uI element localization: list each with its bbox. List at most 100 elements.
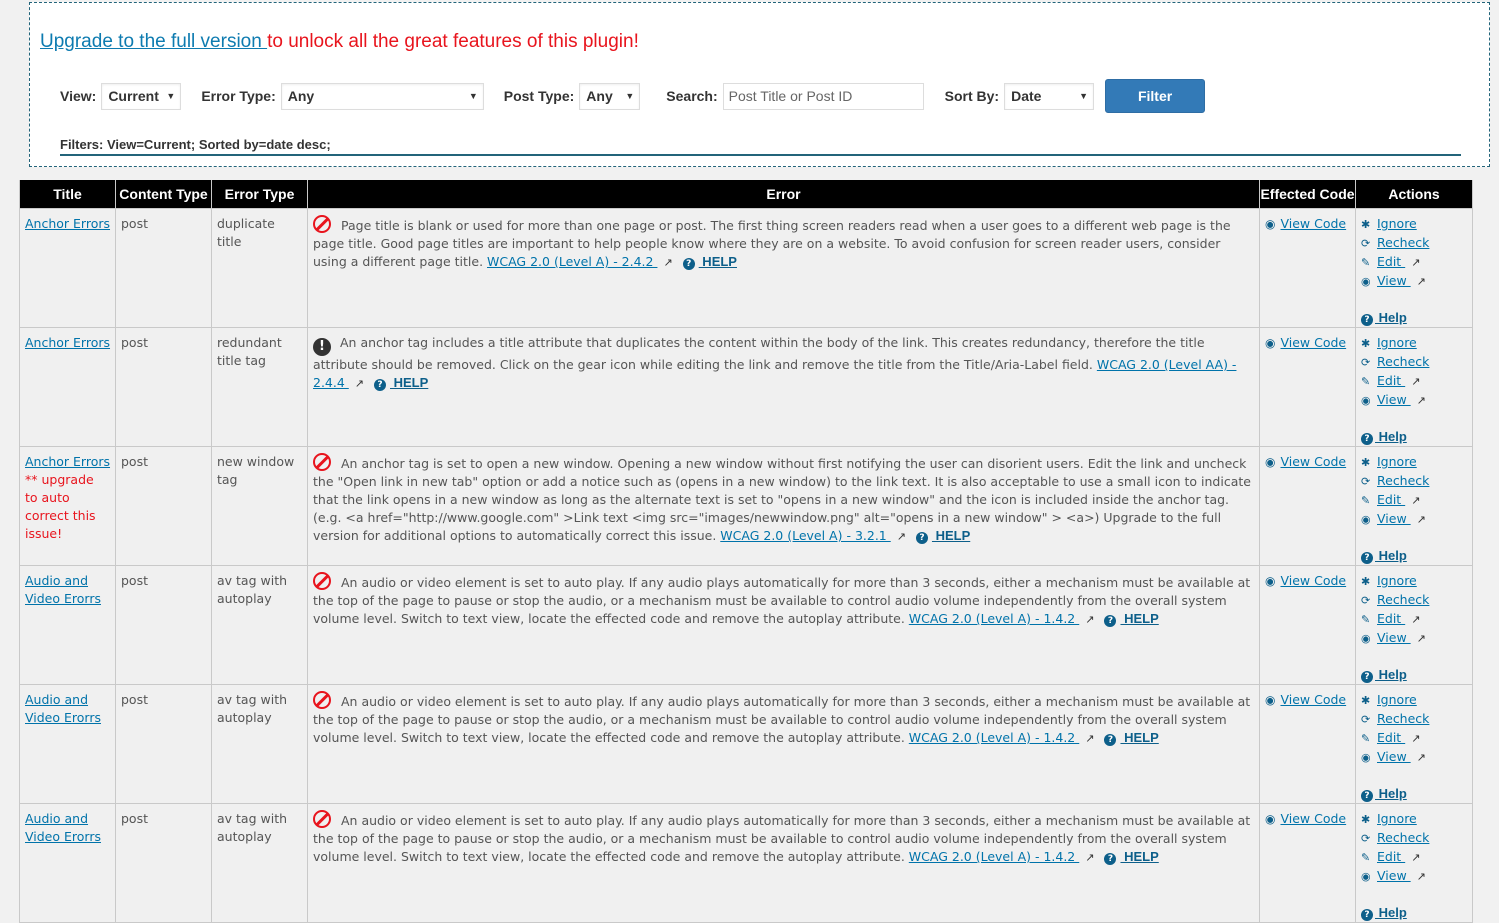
wcag-link[interactable]: WCAG 2.0 (Level A) - 1.4.2 (909, 730, 1079, 745)
error-type-cell: av tag with autoplay (211, 684, 308, 804)
ignore-link[interactable]: Ignore (1377, 454, 1417, 469)
wcag-link[interactable]: WCAG 2.0 (Level A) - 2.4.2 (487, 254, 657, 269)
edit-link[interactable]: Edit (1377, 373, 1405, 388)
help-link[interactable]: HELP (390, 375, 429, 390)
recheck-link[interactable]: Recheck (1377, 830, 1429, 845)
wcag-link[interactable]: WCAG 2.0 (Level A) - 3.2.1 (720, 528, 890, 543)
ignore-link[interactable]: Ignore (1377, 335, 1417, 350)
header-actions: Actions (1355, 180, 1473, 209)
eye-icon: ◉ (1361, 632, 1371, 645)
edit-link[interactable]: Edit (1377, 254, 1405, 269)
gear-icon: ✱ (1361, 694, 1371, 707)
table-row: Audio and Video Erorrs post av tag with … (19, 684, 1473, 804)
action-help-link[interactable]: Help (1375, 905, 1407, 920)
view-link[interactable]: View (1377, 868, 1411, 883)
action-help-link[interactable]: Help (1375, 548, 1407, 563)
help-link[interactable]: HELP (932, 528, 971, 543)
external-link-icon: ↗ (1411, 732, 1421, 745)
actions-cell: ✱ Ignore ⟳ Recheck ✎ Edit ↗ ◉ View ↗ ? Help (1355, 327, 1473, 447)
ignore-link[interactable]: Ignore (1377, 692, 1417, 707)
actions-cell: ✱ Ignore ⟳ Recheck ✎ Edit ↗ ◉ View ↗ ? Help (1355, 803, 1473, 923)
action-help-link[interactable]: Help (1375, 667, 1407, 682)
help-link[interactable]: HELP (1120, 730, 1159, 745)
eye-icon: ◉ (1361, 513, 1371, 526)
refresh-icon: ⟳ (1361, 356, 1371, 369)
header-error-type: Error Type (211, 180, 308, 209)
view-link[interactable]: View (1377, 392, 1411, 407)
external-link-icon: ↗ (896, 530, 906, 543)
view-select-value: Current (108, 88, 159, 104)
help-link[interactable]: HELP (1120, 611, 1159, 626)
upgrade-link[interactable]: Upgrade to the full version (40, 31, 267, 52)
header-title: Title (19, 180, 116, 209)
action-help-link[interactable]: Help (1375, 429, 1407, 444)
table-row: Anchor Errors post duplicate title Page … (19, 208, 1473, 328)
edit-link[interactable]: Edit (1377, 492, 1405, 507)
ignore-link[interactable]: Ignore (1377, 811, 1417, 826)
recheck-link[interactable]: Recheck (1377, 354, 1429, 369)
recheck-link[interactable]: Recheck (1377, 235, 1429, 250)
help-circle-icon: ? (1361, 671, 1373, 683)
error-type-cell: duplicate title (211, 208, 308, 328)
error-type-cell: new window tag (211, 446, 308, 566)
title-link[interactable]: Anchor Errors (25, 454, 110, 469)
help-circle-icon: ? (1361, 909, 1373, 921)
view-select[interactable]: Current ▼ (101, 82, 182, 110)
view-code-link[interactable]: View Code (1280, 692, 1346, 707)
action-help-link[interactable]: Help (1375, 310, 1407, 325)
title-link[interactable]: Anchor Errors (25, 335, 110, 350)
sort-by-select[interactable]: Date ▼ (1004, 82, 1095, 110)
title-link[interactable]: Audio and Video Erorrs (25, 692, 101, 725)
view-link[interactable]: View (1377, 273, 1411, 288)
view-code-link[interactable]: View Code (1280, 216, 1346, 231)
external-link-icon: ↗ (1416, 275, 1426, 288)
help-link[interactable]: HELP (699, 254, 737, 269)
help-link[interactable]: HELP (1120, 849, 1159, 864)
edit-link[interactable]: Edit (1377, 730, 1405, 745)
search-input[interactable]: Post Title or Post ID (722, 82, 924, 110)
content-type-cell: post (115, 803, 212, 923)
view-link[interactable]: View (1377, 749, 1411, 764)
error-type-cell: av tag with autoplay (211, 565, 308, 685)
chevron-down-icon: ▼ (625, 91, 635, 101)
ignore-link[interactable]: Ignore (1377, 573, 1417, 588)
error-cell: An audio or video element is set to auto… (307, 803, 1260, 923)
view-link[interactable]: View (1377, 511, 1411, 526)
post-type-label: Post Type: (503, 88, 575, 104)
eye-icon: ◉ (1361, 275, 1371, 288)
content-type-cell: post (115, 565, 212, 685)
eye-icon: ◉ (1265, 574, 1276, 588)
error-type-select[interactable]: Any ▼ (280, 82, 484, 110)
edit-link[interactable]: Edit (1377, 611, 1405, 626)
view-code-link[interactable]: View Code (1280, 811, 1346, 826)
view-link[interactable]: View (1377, 630, 1411, 645)
view-code-link[interactable]: View Code (1280, 573, 1346, 588)
post-type-select[interactable]: Any ▼ (579, 82, 641, 110)
recheck-link[interactable]: Recheck (1377, 592, 1429, 607)
action-help-link[interactable]: Help (1375, 786, 1407, 801)
view-code-link[interactable]: View Code (1280, 454, 1346, 469)
external-link-icon: ↗ (1416, 632, 1426, 645)
effected-code-cell: ◉ View Code (1259, 684, 1356, 804)
recheck-link[interactable]: Recheck (1377, 473, 1429, 488)
edit-icon: ✎ (1361, 256, 1371, 269)
filter-button[interactable]: Filter (1105, 79, 1206, 113)
error-cell: ! An anchor tag includes a title attribut… (307, 327, 1260, 447)
content-type-cell: post (115, 208, 212, 328)
edit-link[interactable]: Edit (1377, 849, 1405, 864)
title-cell: Audio and Video Erorrs (19, 565, 116, 685)
external-link-icon: ↗ (1411, 256, 1421, 269)
effected-code-cell: ◉ View Code (1259, 208, 1356, 328)
wcag-link[interactable]: WCAG 2.0 (Level A) - 1.4.2 (909, 611, 1079, 626)
title-link[interactable]: Audio and Video Erorrs (25, 811, 101, 844)
table-header-row: Title Content Type Error Type Error Effe… (19, 180, 1473, 209)
view-code-link[interactable]: View Code (1280, 335, 1346, 350)
recheck-link[interactable]: Recheck (1377, 711, 1429, 726)
title-link[interactable]: Anchor Errors (25, 216, 110, 231)
eye-icon: ◉ (1265, 217, 1276, 231)
title-link[interactable]: Audio and Video Erorrs (25, 573, 101, 606)
effected-code-cell: ◉ View Code (1259, 803, 1356, 923)
ignore-link[interactable]: Ignore (1377, 216, 1417, 231)
wcag-link[interactable]: WCAG 2.0 (Level A) - 1.4.2 (909, 849, 1079, 864)
gear-icon: ✱ (1361, 813, 1371, 826)
